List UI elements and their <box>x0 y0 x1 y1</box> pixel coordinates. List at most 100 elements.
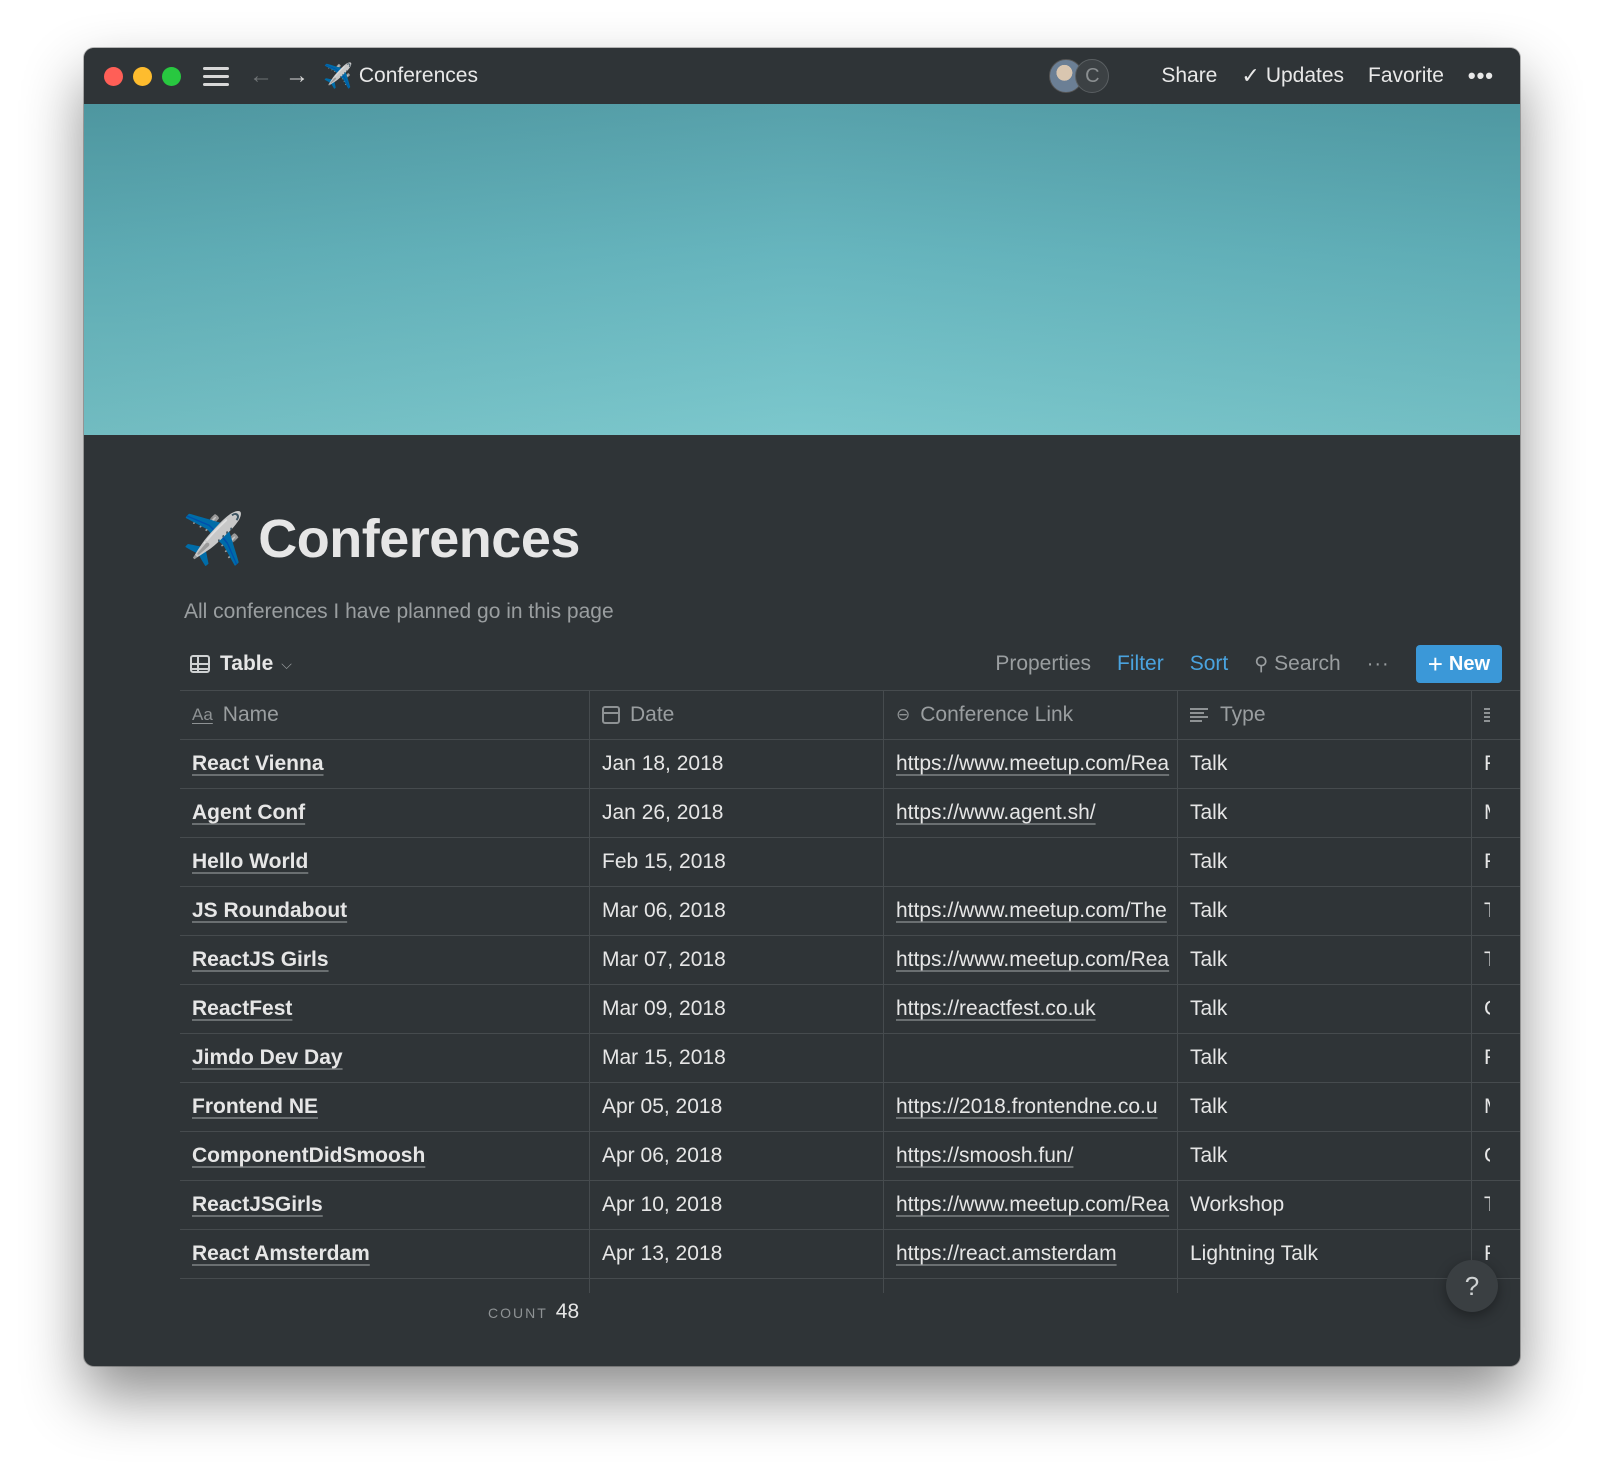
column-header-name[interactable]: Aa Name <box>180 691 590 739</box>
link-cell-text[interactable]: https://smoosh.fun/ <box>896 1144 1073 1168</box>
date-cell[interactable]: Mar 07, 2018 <box>590 936 884 984</box>
new-button[interactable]: + New <box>1415 645 1502 683</box>
name-cell[interactable]: React Amsterdam <box>180 1230 590 1278</box>
extra-cell[interactable]: F <box>1472 740 1520 788</box>
extra-cell[interactable]: C <box>1472 1132 1520 1180</box>
link-cell[interactable]: https://reactfest.co.uk <box>884 985 1178 1033</box>
type-cell[interactable]: Talk <box>1178 936 1472 984</box>
extra-cell[interactable]: F <box>1472 838 1520 886</box>
date-cell[interactable]: Mar 09, 2018 <box>590 985 884 1033</box>
properties-button[interactable]: Properties <box>995 652 1091 676</box>
type-cell[interactable]: Talk <box>1178 789 1472 837</box>
table-row[interactable]: JS Roundabout Mar 06, 2018 https://www.mee… <box>180 886 1520 935</box>
page-title-text[interactable]: Conferences <box>258 508 580 570</box>
extra-cell[interactable]: T <box>1472 1181 1520 1229</box>
date-cell[interactable]: Apr 13, 2018 <box>590 1230 884 1278</box>
extra-cell[interactable]: M <box>1472 789 1520 837</box>
link-cell[interactable] <box>884 1034 1178 1082</box>
type-cell[interactable]: Talk <box>1178 1034 1472 1082</box>
table-row[interactable]: ReactJS Girls Mar 07, 2018 https://www.mee… <box>180 935 1520 984</box>
date-cell[interactable]: Mar 06, 2018 <box>590 887 884 935</box>
link-cell[interactable]: https://www.meetup.com/Rea <box>884 740 1178 788</box>
filter-button[interactable]: Filter <box>1117 652 1164 676</box>
maximize-window-button[interactable] <box>162 66 181 86</box>
name-cell[interactable]: JS Roundabout <box>180 887 590 935</box>
table-row[interactable]: Agent Conf Jan 26, 2018 https://www.agent.… <box>180 788 1520 837</box>
type-cell[interactable]: Talk <box>1178 740 1472 788</box>
date-cell[interactable]: Apr 10, 2018 <box>590 1181 884 1229</box>
page-emoji-icon[interactable]: ✈️ <box>182 510 244 569</box>
help-button[interactable]: ? <box>1446 1260 1498 1312</box>
link-cell[interactable]: https://smoosh.fun/ <box>884 1132 1178 1180</box>
name-cell[interactable]: Frontend NE <box>180 1083 590 1131</box>
updates-button[interactable]: ✓ Updates <box>1241 63 1344 89</box>
link-cell[interactable]: https://www.agent.sh/ <box>884 789 1178 837</box>
table-row[interactable]: Jimdo Dev Day Mar 15, 2018 Talk F <box>180 1033 1520 1082</box>
table-row[interactable]: React Amsterdam Apr 13, 2018 https://react… <box>180 1229 1520 1278</box>
name-cell[interactable]: Hello World <box>180 838 590 886</box>
name-cell[interactable]: ReactFest <box>180 985 590 1033</box>
column-header-extra[interactable] <box>1472 691 1520 739</box>
column-header-date[interactable]: Date <box>590 691 884 739</box>
name-cell[interactable]: ComponentDidSmoosh <box>180 1132 590 1180</box>
date-cell[interactable]: Jan 18, 2018 <box>590 740 884 788</box>
extra-cell[interactable]: T <box>1472 887 1520 935</box>
page-cover-image[interactable] <box>84 104 1520 435</box>
sort-button[interactable]: Sort <box>1190 652 1229 676</box>
date-cell[interactable]: Feb 15, 2018 <box>590 838 884 886</box>
date-cell[interactable]: Jan 26, 2018 <box>590 789 884 837</box>
table-row[interactable]: ReactFest Mar 09, 2018 https://reactfest.c… <box>180 984 1520 1033</box>
name-cell[interactable]: Agent Conf <box>180 789 590 837</box>
minimize-window-button[interactable] <box>133 66 152 86</box>
link-cell[interactable] <box>884 838 1178 886</box>
type-cell[interactable]: Workshop <box>1178 1181 1472 1229</box>
link-cell[interactable]: https://www.meetup.com/Rea <box>884 1181 1178 1229</box>
link-cell-text[interactable]: https://www.meetup.com/Rea <box>896 948 1169 972</box>
name-cell[interactable]: Jimdo Dev Day <box>180 1034 590 1082</box>
forward-arrow-icon[interactable]: → <box>285 64 309 88</box>
search-button[interactable]: ⚲ Search <box>1254 652 1340 676</box>
link-cell-text[interactable]: https://reactfest.co.uk <box>896 997 1096 1021</box>
type-cell[interactable]: Talk <box>1178 985 1472 1033</box>
type-cell[interactable]: Lightning Talk <box>1178 1230 1472 1278</box>
page-description[interactable]: All conferences I have planned go in thi… <box>184 600 614 624</box>
type-cell[interactable]: Talk <box>1178 887 1472 935</box>
link-cell-text[interactable]: https://www.agent.sh/ <box>896 801 1096 825</box>
column-header-link[interactable]: ⊖ Conference Link <box>884 691 1178 739</box>
table-row[interactable]: ReactJSGirls Apr 10, 2018 https://www.meet… <box>180 1180 1520 1229</box>
type-cell[interactable]: Talk <box>1178 1083 1472 1131</box>
link-cell-text[interactable]: https://www.meetup.com/Rea <box>896 1193 1169 1217</box>
extra-cell[interactable]: T <box>1472 936 1520 984</box>
table-row[interactable]: ComponentDidSmoosh Apr 06, 2018 https://sm… <box>180 1131 1520 1180</box>
link-cell[interactable]: https://www.meetup.com/The <box>884 887 1178 935</box>
name-cell[interactable]: ReactJS Girls <box>180 936 590 984</box>
link-cell-text[interactable]: https://www.meetup.com/The <box>896 899 1167 923</box>
type-cell[interactable]: Talk <box>1178 838 1472 886</box>
row-count[interactable]: COUNT 48 <box>488 1300 579 1324</box>
date-cell[interactable]: Apr 05, 2018 <box>590 1083 884 1131</box>
table-row[interactable]: Frontend NE Apr 05, 2018 https://2018.fron… <box>180 1082 1520 1131</box>
view-selector[interactable]: Table ⌵ <box>190 652 292 676</box>
table-row[interactable]: React Vienna Jan 18, 2018 https://www.meet… <box>180 739 1520 788</box>
extra-cell[interactable]: M <box>1472 1083 1520 1131</box>
link-cell[interactable]: https://2018.frontendne.co.u <box>884 1083 1178 1131</box>
link-cell-text[interactable]: https://www.meetup.com/Rea <box>896 752 1169 776</box>
column-header-type[interactable]: Type <box>1178 691 1472 739</box>
table-row[interactable]: Hello World Feb 15, 2018 Talk F <box>180 837 1520 886</box>
close-window-button[interactable] <box>104 66 123 86</box>
extra-cell[interactable]: C <box>1472 985 1520 1033</box>
date-cell[interactable]: Apr 06, 2018 <box>590 1132 884 1180</box>
link-cell-text[interactable]: https://2018.frontendne.co.u <box>896 1095 1158 1119</box>
back-arrow-icon[interactable]: ← <box>249 64 273 88</box>
more-options-icon[interactable]: ••• <box>1468 63 1494 89</box>
avatar-initial[interactable]: C <box>1075 59 1110 93</box>
extra-cell[interactable]: F <box>1472 1034 1520 1082</box>
name-cell[interactable]: React Vienna <box>180 740 590 788</box>
link-cell[interactable]: https://www.meetup.com/Rea <box>884 936 1178 984</box>
collaborator-avatars[interactable]: C <box>1049 59 1113 93</box>
date-cell[interactable]: Mar 15, 2018 <box>590 1034 884 1082</box>
share-button[interactable]: Share <box>1161 64 1217 88</box>
type-cell[interactable]: Talk <box>1178 1132 1472 1180</box>
link-cell[interactable]: https://react.amsterdam <box>884 1230 1178 1278</box>
name-cell[interactable]: ReactJSGirls <box>180 1181 590 1229</box>
